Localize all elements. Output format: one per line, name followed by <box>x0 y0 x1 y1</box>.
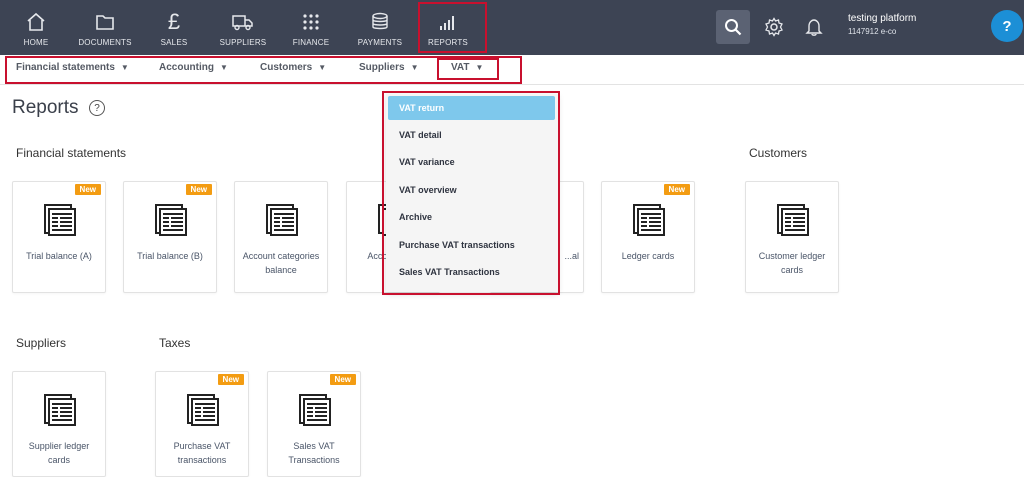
report-document-icon <box>44 204 76 236</box>
search-button[interactable] <box>716 10 750 44</box>
menu-item-archive[interactable]: Archive <box>388 205 555 229</box>
bell-icon <box>805 19 823 36</box>
card-label: Customer ledger cards <box>758 251 826 275</box>
nav-suppliers[interactable]: SUPPLIERS <box>220 0 266 55</box>
section-title-taxes: Taxes <box>159 336 191 350</box>
card-label: Ledger cards <box>621 251 675 261</box>
help-button[interactable]: ? <box>991 10 1023 42</box>
caret-down-icon: ▼ <box>120 63 129 72</box>
notifications-button[interactable] <box>799 12 829 42</box>
subnav-customers[interactable]: Customers ▼ <box>260 62 326 73</box>
vat-highlight-frame <box>437 58 499 80</box>
card-label: Purchase VAT transactions <box>173 441 231 465</box>
subnav-label: Customers <box>260 62 313 73</box>
gear-icon <box>765 17 783 37</box>
new-badge: New <box>329 374 356 385</box>
report-document-icon <box>187 394 219 426</box>
nav-documents[interactable]: DOCUMENTS <box>78 0 132 55</box>
subnav-label: Financial statements <box>16 62 115 73</box>
search-icon <box>725 19 742 36</box>
reports-highlight-frame <box>418 2 487 53</box>
section-title-financial-statements: Financial statements <box>16 146 127 160</box>
card-label: Account categories balance <box>242 251 320 275</box>
menu-item-purchase-vat-transactions[interactable]: Purchase VAT transactions <box>388 233 555 257</box>
report-document-icon <box>155 204 187 236</box>
menu-item-sales-vat-transactions[interactable]: Sales VAT Transactions <box>388 260 555 284</box>
report-card-sales-vat[interactable]: New Sales VAT Transactions <box>267 371 361 477</box>
section-title-customers: Customers <box>749 146 808 160</box>
nav-finance-label: FINANCE <box>292 38 330 47</box>
subnav-accounting[interactable]: Accounting ▼ <box>159 62 228 73</box>
subnav-label: Accounting <box>159 62 214 73</box>
nav-finance[interactable]: FINANCE <box>293 0 329 55</box>
report-document-icon <box>299 394 331 426</box>
report-document-icon <box>266 204 298 236</box>
help-circle-icon[interactable]: ? <box>89 100 105 116</box>
subnav-suppliers[interactable]: Suppliers ▼ <box>359 62 419 73</box>
new-badge: New <box>74 184 101 195</box>
subnav-label: Suppliers <box>359 62 405 73</box>
user-name: testing platform <box>848 13 917 24</box>
report-document-icon <box>44 394 76 426</box>
report-card-ledger-cards[interactable]: New Ledger cards <box>601 181 695 293</box>
report-card-trial-balance-b[interactable]: New Trial balance (B) <box>123 181 217 293</box>
user-info[interactable]: testing platform 1147912 e-co <box>848 13 916 36</box>
nav-sales[interactable]: £ SALES <box>158 0 190 55</box>
menu-item-vat-detail[interactable]: VAT detail <box>388 123 555 147</box>
new-badge: New <box>217 374 244 385</box>
report-card-trial-balance-a[interactable]: New Trial balance (A) <box>12 181 106 293</box>
nav-home-label: HOME <box>23 38 49 47</box>
settings-button[interactable] <box>759 12 789 42</box>
new-badge: New <box>663 184 690 195</box>
menu-item-vat-return[interactable]: VAT return <box>388 96 555 120</box>
card-label: Trial balance (B) <box>137 251 203 261</box>
caret-down-icon: ▼ <box>318 63 327 72</box>
report-card-customer-ledger[interactable]: Customer ledger cards <box>745 181 839 293</box>
menu-item-vat-overview[interactable]: VAT overview <box>388 178 555 202</box>
nav-payments[interactable]: PAYMENTS <box>358 0 402 55</box>
report-card-purchase-vat[interactable]: New Purchase VAT transactions <box>155 371 249 477</box>
report-document-icon <box>777 204 809 236</box>
section-title-suppliers: Suppliers <box>16 336 67 350</box>
pound-icon: £ <box>167 9 181 34</box>
card-label: Trial balance (A) <box>26 251 92 261</box>
report-document-icon <box>633 204 665 236</box>
nav-suppliers-label: SUPPLIERS <box>219 38 267 47</box>
truck-icon <box>231 10 255 34</box>
caret-down-icon: ▼ <box>220 63 228 72</box>
new-badge: New <box>185 184 212 195</box>
nav-home[interactable]: HOME <box>18 0 54 55</box>
coins-icon <box>368 10 392 34</box>
nav-payments-label: PAYMENTS <box>357 38 403 47</box>
page-title: Reports <box>12 97 79 118</box>
subnav-financial-statements[interactable]: Financial statements ▼ <box>16 62 129 73</box>
report-card-account-categories[interactable]: Account categories balance <box>234 181 328 293</box>
folder-icon <box>93 10 117 34</box>
caret-down-icon: ▼ <box>410 63 419 72</box>
card-label: Sales VAT Transactions <box>288 441 340 465</box>
card-label: Supplier ledger cards <box>28 441 90 465</box>
nav-sales-label: SALES <box>160 38 188 47</box>
report-card-supplier-ledger[interactable]: Supplier ledger cards <box>12 371 106 477</box>
home-icon <box>24 10 48 34</box>
menu-item-vat-variance[interactable]: VAT variance <box>388 150 555 174</box>
nav-documents-label: DOCUMENTS <box>78 38 132 47</box>
grid-dots-icon <box>299 10 323 34</box>
user-company: 1147912 e-co <box>848 27 897 36</box>
